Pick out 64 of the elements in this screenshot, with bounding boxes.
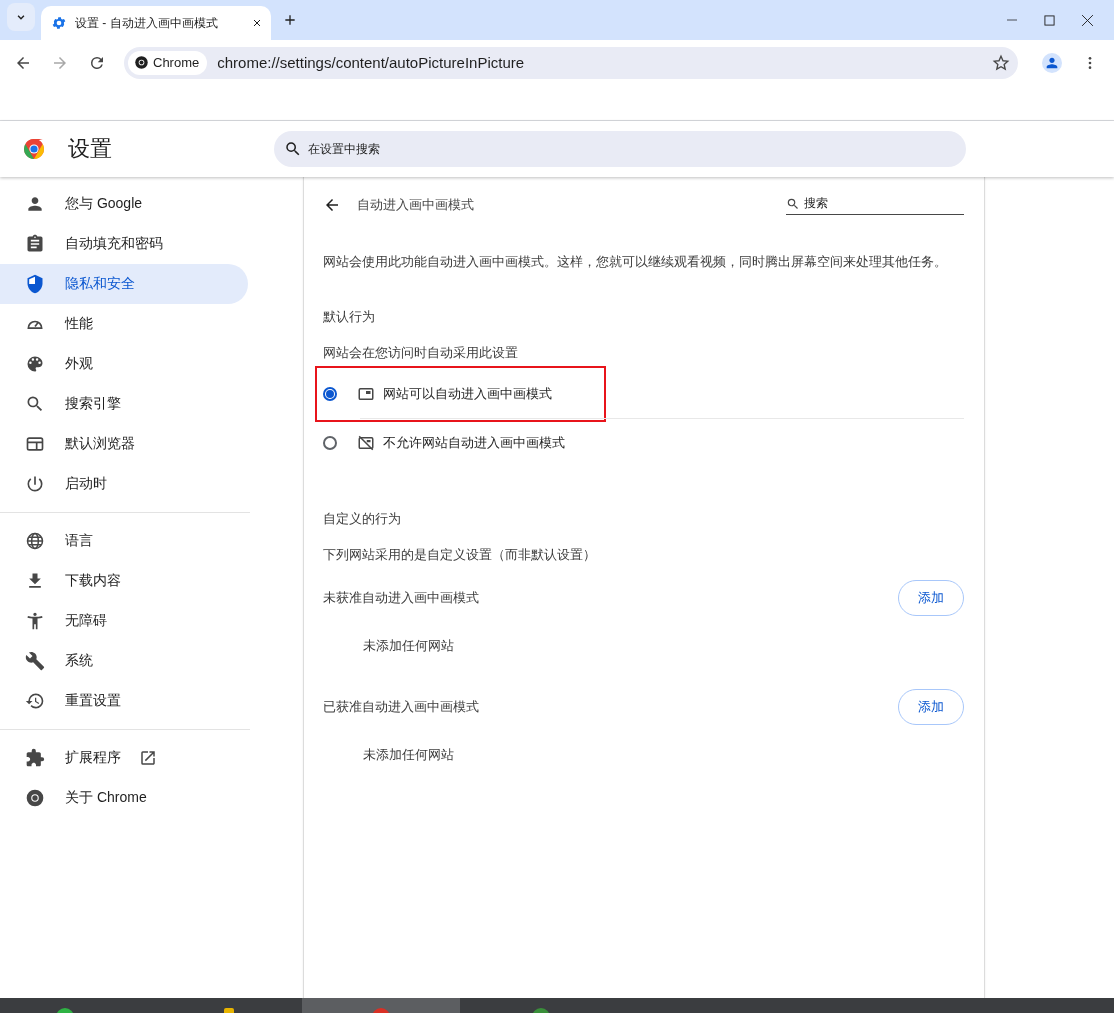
puzzle-icon: [25, 748, 45, 768]
sidebar-item[interactable]: 无障碍: [0, 601, 248, 641]
search-icon: [786, 196, 800, 211]
search-icon: [25, 394, 45, 414]
sidebar-item[interactable]: 隐私和安全: [0, 264, 248, 304]
sidebar-item[interactable]: 性能: [0, 304, 248, 344]
url-text: chrome://settings/content/autoPictureInPicture: [217, 54, 526, 71]
close-icon[interactable]: [1081, 13, 1094, 27]
wrench-icon: [25, 651, 45, 671]
chrome-icon: [25, 788, 45, 808]
globe-icon: [25, 531, 45, 551]
sidebar-item[interactable]: 关于 Chrome: [0, 778, 248, 818]
site-info-chip[interactable]: Chrome: [128, 50, 208, 75]
option-label: 不允许网站自动进入画中画模式: [383, 434, 565, 452]
palette-icon: [25, 354, 45, 374]
picture-in-picture-off-icon: [357, 434, 375, 452]
search-field[interactable]: 搜索: [786, 195, 964, 215]
browser-window-icon: [25, 434, 45, 454]
sidebar-item[interactable]: 下载内容: [0, 561, 248, 601]
profile-button[interactable]: [1042, 52, 1062, 73]
chrome-icon: [134, 55, 149, 70]
maximize-icon[interactable]: [1044, 14, 1055, 26]
sidebar-item[interactable]: 默认浏览器: [0, 424, 248, 464]
empty-list-text: 未添加任何网站: [363, 746, 455, 764]
section-subtitle: 下列网站采用的是自定义设置（而非默认设置）: [323, 546, 597, 564]
list-title: 已获准自动进入画中画模式: [323, 698, 479, 716]
power-icon: [25, 474, 45, 494]
option-label: 网站可以自动进入画中画模式: [383, 385, 552, 403]
picture-in-picture-icon: [357, 385, 375, 403]
list-title: 未获准自动进入画中画模式: [323, 589, 479, 607]
sidebar-item[interactable]: 语言: [0, 521, 248, 561]
page-title: 自动进入画中画模式: [357, 196, 475, 214]
sidebar-item[interactable]: 您与 Google: [0, 184, 248, 224]
gear-icon: [51, 15, 67, 31]
section-title: 默认行为: [323, 308, 376, 326]
history-icon: [25, 691, 45, 711]
radio-button[interactable]: [323, 387, 337, 401]
sidebar-item[interactable]: 外观: [0, 344, 248, 384]
section-title: 自定义的行为: [323, 510, 402, 528]
settings-title: 设置: [68, 135, 113, 163]
search-icon: [284, 140, 302, 158]
sidebar-item[interactable]: 系统: [0, 641, 248, 681]
sidebar-item[interactable]: 扩展程序: [0, 738, 248, 778]
add-button[interactable]: 添加: [898, 580, 964, 616]
sidebar-item[interactable]: 重置设置: [0, 681, 248, 721]
sidebar-item[interactable]: 自动填充和密码: [0, 224, 248, 264]
shield-icon: [25, 274, 45, 294]
empty-list-text: 未添加任何网站: [363, 637, 455, 655]
sidebar-item[interactable]: 启动时: [0, 464, 248, 504]
section-subtitle: 网站会在您访问时自动采用此设置: [323, 344, 519, 362]
settings-search-field[interactable]: 在设置中搜索: [274, 131, 966, 167]
tab-title: 设置 - 自动进入画中画模式: [75, 14, 219, 32]
accessibility-icon: [25, 611, 45, 631]
radio-button[interactable]: [323, 436, 337, 450]
clipboard-icon: [25, 234, 45, 254]
star-icon[interactable]: [992, 53, 1010, 72]
description-text: 网站会使用此功能自动进入画中画模式。这样，您就可以继续观看视频，同时腾出屏幕空间来处理其他任务。: [323, 253, 948, 271]
sidebar-item[interactable]: 搜索引擎: [0, 384, 248, 424]
chrome-logo: [22, 137, 46, 161]
browser-tab[interactable]: 设置 - 自动进入画中画模式: [41, 6, 271, 40]
close-icon[interactable]: [251, 17, 263, 29]
address-bar[interactable]: Chrome chrome://settings/content/autoPictureInPicture: [124, 46, 1018, 79]
add-button[interactable]: 添加: [898, 689, 964, 725]
plus-icon[interactable]: [283, 13, 297, 27]
